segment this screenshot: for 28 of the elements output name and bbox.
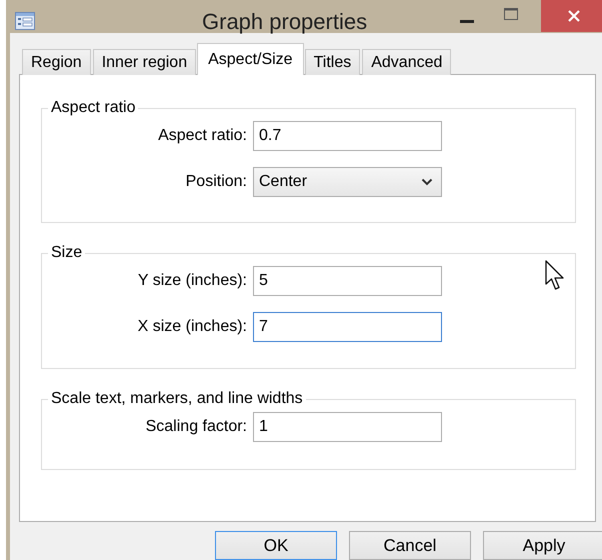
tab[interactable]: Inner region bbox=[92, 49, 196, 75]
close-icon bbox=[566, 9, 580, 23]
tab[interactable]: Region bbox=[22, 49, 91, 75]
group-title: Size bbox=[50, 244, 84, 262]
input-field[interactable]: 0.7 bbox=[253, 121, 442, 151]
window-icon bbox=[15, 12, 35, 30]
maximize-icon bbox=[504, 8, 518, 20]
chevron-down-icon bbox=[421, 178, 433, 186]
tab[interactable]: Aspect/Size bbox=[197, 43, 304, 75]
dropdown[interactable]: Center bbox=[253, 167, 442, 197]
close-button[interactable] bbox=[541, 0, 602, 32]
field-label: X size (inches): bbox=[136, 318, 247, 336]
dialog-button[interactable]: OK bbox=[215, 531, 337, 560]
input-field[interactable]: 5 bbox=[253, 266, 442, 296]
field-label: Position: bbox=[184, 173, 247, 191]
field-label: Y size (inches): bbox=[136, 272, 247, 290]
input-field[interactable]: 1 bbox=[253, 412, 442, 442]
dialog-button[interactable]: Apply bbox=[483, 531, 602, 560]
minimize-icon bbox=[460, 20, 474, 24]
window-title: Graph properties bbox=[202, 9, 368, 35]
group-title: Scale text, markers, and line widths bbox=[50, 390, 304, 408]
dialog-button[interactable]: Cancel bbox=[349, 531, 471, 560]
tab[interactable]: Advanced bbox=[362, 49, 452, 75]
input-field[interactable]: 7 bbox=[253, 312, 442, 342]
group-title: Aspect ratio bbox=[50, 99, 136, 117]
field-label: Scaling factor: bbox=[144, 418, 247, 436]
tab[interactable]: Titles bbox=[304, 49, 360, 75]
field-label: Aspect ratio: bbox=[157, 127, 247, 145]
